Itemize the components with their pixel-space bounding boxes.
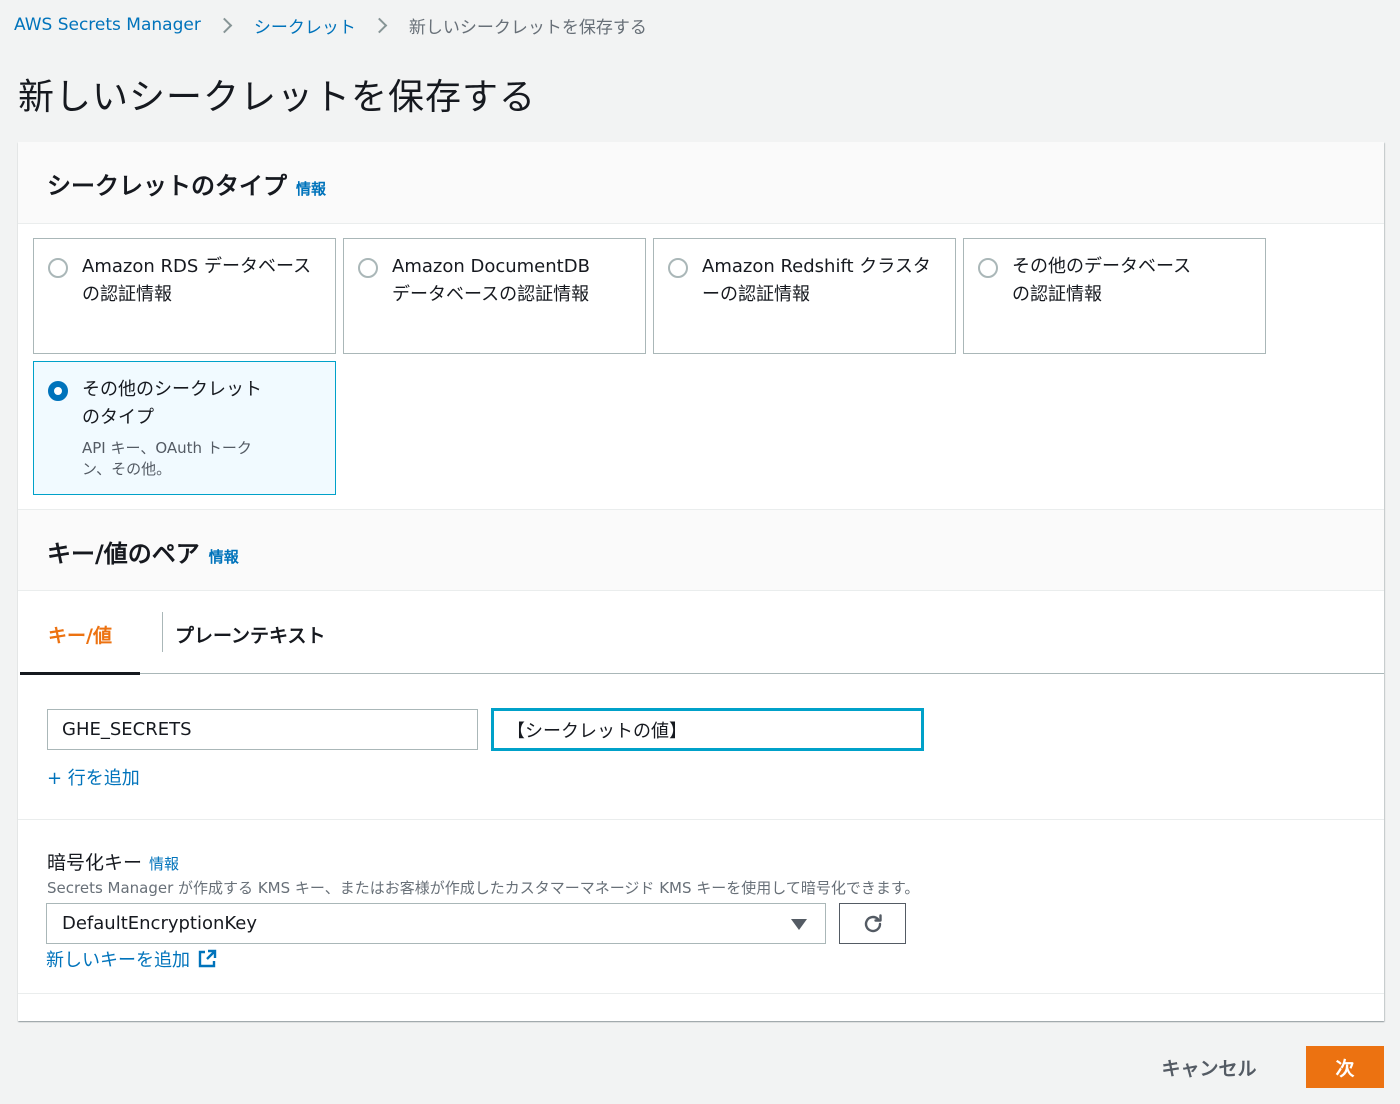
encryption-key-label: 暗号化キー <box>47 852 143 874</box>
tab-plaintext[interactable]: プレーンテキスト <box>175 594 325 674</box>
secret-type-option-documentdb[interactable]: Amazon DocumentDB データベースの認証情報 <box>343 238 646 354</box>
caret-down-icon <box>791 919 807 930</box>
next-button[interactable]: 次 <box>1306 1046 1384 1088</box>
option-label: Amazon DocumentDB データベースの認証情報 <box>392 256 590 305</box>
secret-type-option-rds[interactable]: Amazon RDS データベースの認証情報 <box>33 238 336 354</box>
secret-type-info-link[interactable]: 情報 <box>296 178 326 199</box>
secret-key-input[interactable] <box>47 709 478 750</box>
refresh-button[interactable] <box>839 903 906 944</box>
tab-key-value[interactable]: キー/値 <box>20 594 140 675</box>
option-label: その他のシークレットのタイプ <box>82 379 262 428</box>
chevron-right-icon <box>371 17 388 33</box>
breadcrumb-secrets[interactable]: シークレット <box>254 13 356 38</box>
secret-type-option-other-db[interactable]: その他のデータベースの認証情報 <box>963 238 1266 354</box>
encryption-description: Secrets Manager が作成する KMS キー、またはお客様が作成した… <box>47 879 920 897</box>
breadcrumb-secrets-manager[interactable]: AWS Secrets Manager <box>14 15 201 35</box>
page-title: 新しいシークレットを保存する <box>18 77 537 118</box>
secret-type-header: シークレットのタイプ 情報 <box>18 142 1384 224</box>
secret-value-input[interactable] <box>491 708 924 751</box>
divider <box>18 819 1384 820</box>
encryption-key-value: DefaultEncryptionKey <box>62 913 258 934</box>
option-label: Amazon RDS データベースの認証情報 <box>82 256 312 305</box>
radio-button[interactable] <box>668 258 688 278</box>
option-label: Amazon Redshift クラスターの認証情報 <box>702 256 931 305</box>
store-secret-form: シークレットのタイプ 情報 Amazon RDS データベースの認証情報 Ama… <box>18 142 1384 1021</box>
secret-type-heading: シークレットのタイプ <box>47 172 287 200</box>
option-description: API キー、OAuth トークン、その他。 <box>82 439 252 478</box>
external-link-icon <box>198 949 217 968</box>
kv-pair-heading: キー/値のペア <box>47 540 200 568</box>
kv-pair-info-link[interactable]: 情報 <box>209 546 239 567</box>
radio-button[interactable] <box>48 258 68 278</box>
tab-divider <box>162 612 163 652</box>
secret-type-option-redshift[interactable]: Amazon Redshift クラスターの認証情報 <box>653 238 956 354</box>
refresh-icon <box>864 913 882 932</box>
encryption-info-link[interactable]: 情報 <box>149 853 179 874</box>
divider <box>18 993 1384 994</box>
option-label: その他のデータベースの認証情報 <box>1012 256 1192 305</box>
kv-tabs: キー/値 プレーンテキスト <box>20 594 1384 675</box>
add-new-key-link[interactable]: 新しいキーを追加 <box>46 946 217 972</box>
breadcrumb-current: 新しいシークレットを保存する <box>408 17 647 38</box>
radio-button[interactable] <box>358 258 378 278</box>
add-row-button[interactable]: + 行を追加 <box>47 764 140 790</box>
radio-button-checked[interactable] <box>48 381 68 401</box>
secret-type-option-other[interactable]: その他のシークレットのタイプ API キー、OAuth トークン、その他。 <box>33 361 336 495</box>
add-new-key-label: 新しいキーを追加 <box>46 950 190 971</box>
radio-button[interactable] <box>978 258 998 278</box>
kv-pair-header: キー/値のペア 情報 <box>18 509 1384 591</box>
breadcrumb: AWS Secrets Manager シークレット 新しいシークレットを保存す… <box>14 12 647 38</box>
cancel-button[interactable]: キャンセル <box>1141 1046 1277 1088</box>
encryption-key-select[interactable]: DefaultEncryptionKey <box>46 903 826 944</box>
chevron-right-icon <box>216 17 233 33</box>
